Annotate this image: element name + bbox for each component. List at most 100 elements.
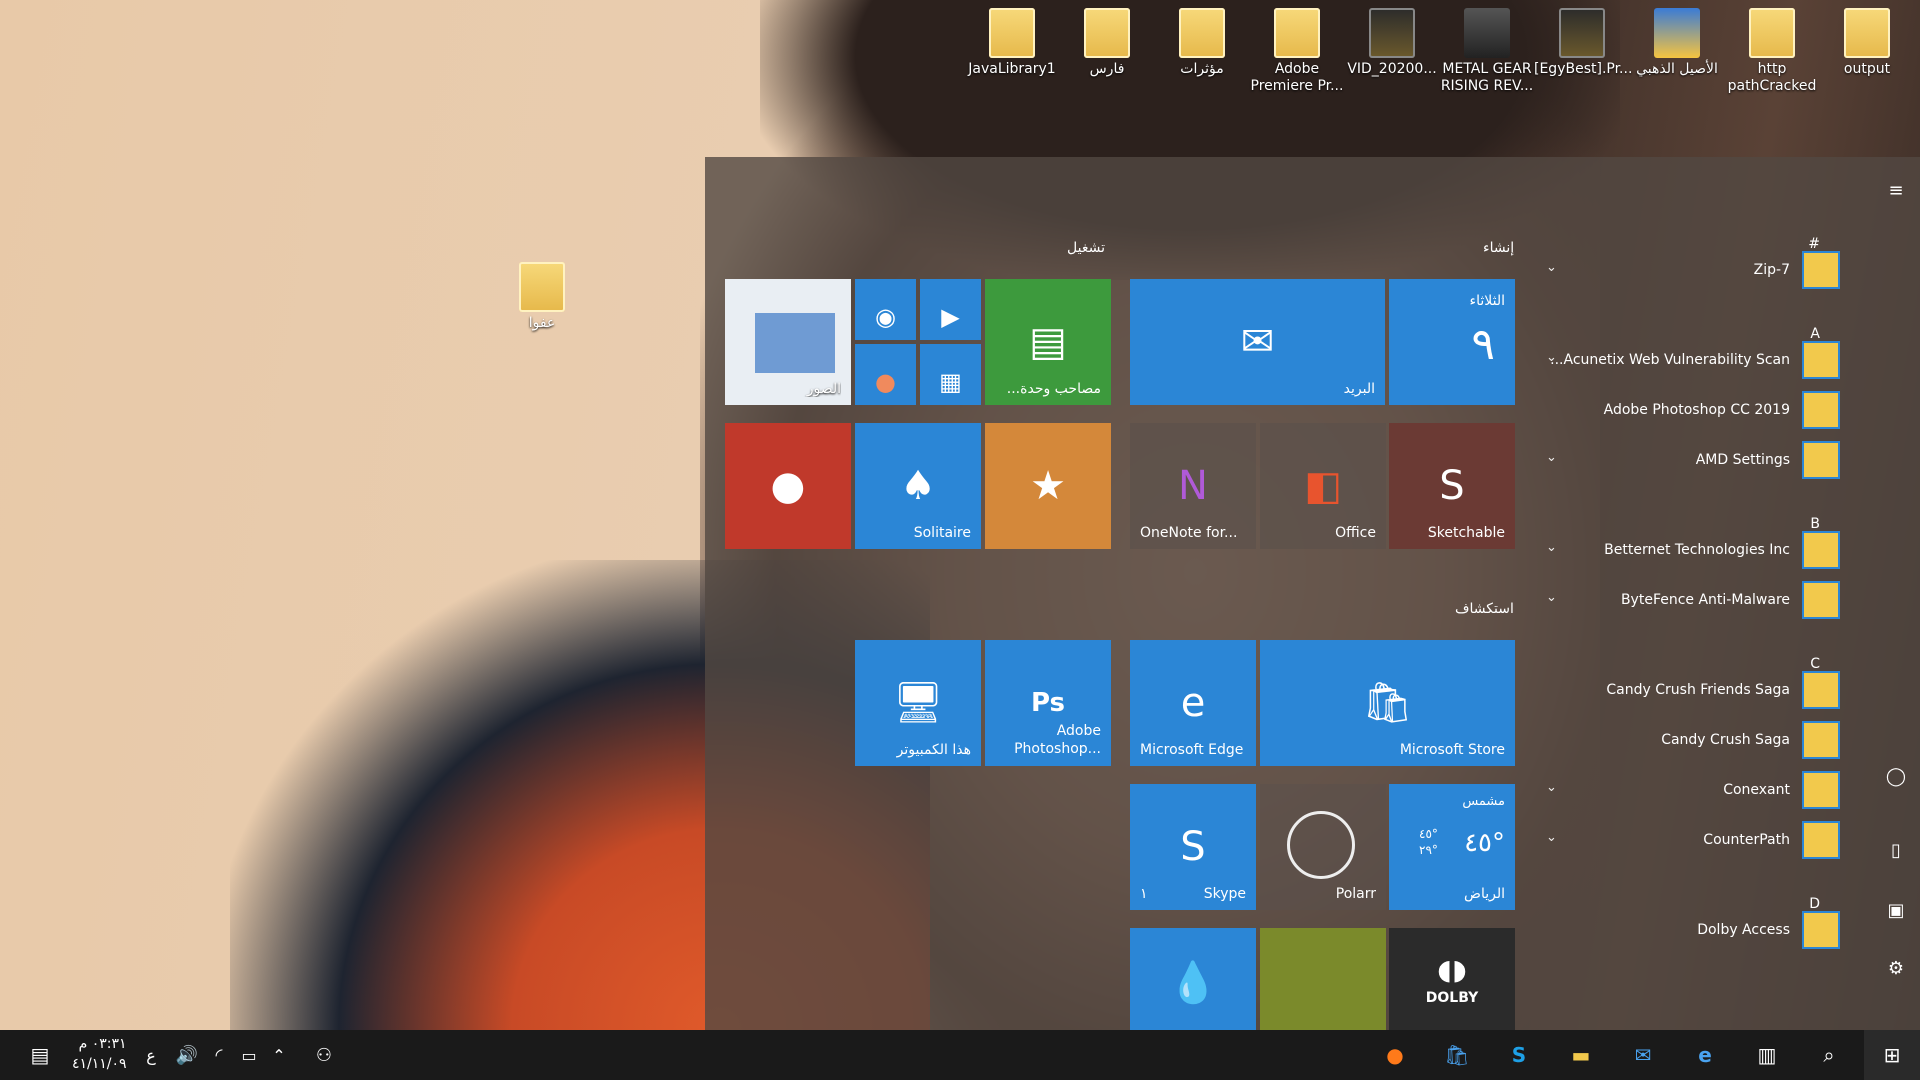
app-list-item[interactable]: ⌄ AMD Settings (1540, 440, 1840, 480)
app-list-item[interactable]: Dolby Access (1540, 910, 1840, 950)
sketchable-icon: S (1439, 462, 1465, 509)
store-icon: 🛍 (1362, 679, 1413, 726)
desktop-icon[interactable]: [EgyBest].Pr... (1534, 8, 1632, 78)
tile-onenote[interactable]: N OneNote for... (1130, 423, 1256, 549)
tile-sketchable[interactable]: S Sketchable (1389, 423, 1515, 549)
desktop-icon[interactable]: http pathCracked (1724, 8, 1820, 95)
folder-icon (1274, 8, 1320, 58)
edge-taskbar-icon[interactable]: e (1680, 1030, 1730, 1080)
tile-store[interactable]: 🛍 Microsoft Store (1260, 640, 1515, 766)
tile-edge[interactable]: e Microsoft Edge (1130, 640, 1256, 766)
group-title-explore: استكشاف (1455, 601, 1514, 617)
chevron-up-icon[interactable]: ⌃ (264, 1030, 294, 1080)
desktop-icon-label: عفوا (528, 315, 556, 331)
start-button[interactable]: ⊞ (1864, 1030, 1920, 1080)
action-center-icon[interactable]: ▤ (18, 1030, 62, 1080)
chevron-down-icon[interactable]: ⌄ (1546, 450, 1557, 465)
file-explorer-icon[interactable]: ▬ (1556, 1030, 1606, 1080)
tile-weather[interactable]: مشمس ٤٥° ٢٩° ٤٥° الرياض (1389, 784, 1515, 910)
folder-icon (519, 262, 565, 312)
chevron-down-icon[interactable]: ⌄ (1546, 350, 1557, 365)
mail-taskbar-icon[interactable]: ✉ (1618, 1030, 1668, 1080)
user-icon[interactable]: ◯ (1884, 765, 1908, 789)
app-list-item[interactable]: ⌄ CounterPath (1540, 820, 1840, 860)
desktop-icon-afwan[interactable]: عفوا (494, 262, 590, 332)
desktop-icon[interactable]: فارس (1059, 8, 1155, 78)
tile-office[interactable]: ◧ Office (1260, 423, 1386, 549)
tile-maps[interactable]: ● (855, 344, 916, 405)
desktop-icon[interactable]: مؤثرات (1154, 8, 1250, 78)
tile-this-pc[interactable]: 🖥 هذا الكمبيوتر (855, 640, 981, 766)
start-side-rail: ≡ ◯ ▯ ▣ ⚙ (1872, 157, 1920, 1030)
desktop-icon[interactable]: JavaLibrary1 (964, 8, 1060, 78)
app-list-item[interactable]: Candy Crush Friends Saga (1540, 670, 1840, 710)
tile-skype[interactable]: S ١ Skype (1130, 784, 1256, 910)
tile-label: مصاحب وحدة... (1006, 381, 1101, 397)
app-list-item[interactable]: Adobe Photoshop CC 2019 (1540, 390, 1840, 430)
store-taskbar-icon[interactable]: 🛍 (1432, 1030, 1482, 1080)
app-list-item[interactable]: ⌄ Conexant (1540, 770, 1840, 810)
desktop-icon[interactable]: الأصيل الذهبي (1629, 8, 1725, 78)
app-name: Candy Crush Friends Saga (1606, 682, 1790, 698)
tile-calculator[interactable]: ▦ (920, 344, 981, 405)
app-icon (1802, 821, 1840, 859)
folder-icon (1844, 8, 1890, 58)
app-name: 7-Zip (1753, 262, 1790, 278)
folder-icon (989, 8, 1035, 58)
chevron-down-icon[interactable]: ⌄ (1546, 830, 1557, 845)
tile-photoshop[interactable]: Ps Adobe Photoshop... (985, 640, 1111, 766)
gear-icon[interactable]: ⚙ (1884, 957, 1908, 981)
language-indicator[interactable]: ع (136, 1030, 166, 1080)
tile-calendar[interactable]: الثلاثاء ٩ (1389, 279, 1515, 405)
app-list-item[interactable]: ⌄ Betternet Technologies Inc (1540, 530, 1840, 570)
tile-movies[interactable]: ▶ (920, 279, 981, 340)
desktop-icon[interactable]: Adobe Premiere Pr... (1249, 8, 1345, 95)
app-icon (1802, 771, 1840, 809)
tile-candy-friends[interactable]: ★ (985, 423, 1111, 549)
app-name: ByteFence Anti-Malware (1620, 592, 1790, 608)
app-list-item[interactable]: Candy Crush Saga (1540, 720, 1840, 760)
tile-dolby[interactable]: ◖◗ DOLBY (1389, 928, 1515, 1030)
chevron-down-icon[interactable]: ⌄ (1546, 540, 1557, 555)
tile-groove[interactable]: ◉ (855, 279, 916, 340)
mail-icon: ✉ (1240, 318, 1275, 365)
desktop-icon-label: Adobe Premiere Pr... (1250, 61, 1344, 94)
chevron-down-icon[interactable]: ⌄ (1546, 590, 1557, 605)
skype-taskbar-icon[interactable]: S (1494, 1030, 1544, 1080)
task-view-icon[interactable]: ▥ (1742, 1030, 1792, 1080)
tile-mail[interactable]: ✉ البريد (1130, 279, 1385, 405)
firefox-icon[interactable]: ● (1370, 1030, 1420, 1080)
desktop-icon[interactable]: VID_20200... (1344, 8, 1440, 78)
app-name: Acunetix Web Vulnerability Scan... (1550, 352, 1790, 368)
app-list-item[interactable]: ⌄ Acunetix Web Vulnerability Scan... (1540, 340, 1840, 380)
volume-icon[interactable]: 🔊 (172, 1030, 202, 1080)
wifi-icon[interactable]: ◜ (204, 1030, 234, 1080)
document-icon[interactable]: ▯ (1884, 839, 1908, 863)
app-icon (1802, 251, 1840, 289)
hamburger-icon[interactable]: ≡ (1884, 179, 1908, 203)
app-list-item[interactable]: ⌄ 7-Zip (1540, 250, 1840, 290)
tile-game[interactable] (1260, 928, 1386, 1030)
tile-candy-crush[interactable]: ● (725, 423, 851, 549)
chevron-down-icon[interactable]: ⌄ (1546, 780, 1557, 795)
tile-solitaire[interactable]: ♠ Solitaire (855, 423, 981, 549)
app-list-item[interactable]: ⌄ ByteFence Anti-Malware (1540, 580, 1840, 620)
play-icon: ▶ (941, 303, 960, 332)
tile-card-reader[interactable]: ▤ مصاحب وحدة... (985, 279, 1111, 405)
disc-icon: ◉ (875, 303, 896, 332)
desktop-icon[interactable]: METAL GEAR RISING REV... (1439, 8, 1535, 95)
app-icon (1802, 671, 1840, 709)
tile-photos[interactable]: الصور (725, 279, 851, 405)
clock[interactable]: ٠٣:٣١ م ٤١/١١/٠٩ (72, 1034, 127, 1074)
dolby-icon: ◖◗ (1437, 953, 1467, 987)
tile-paint[interactable]: 💧 (1130, 928, 1256, 1030)
desktop-icon[interactable]: output (1819, 8, 1915, 78)
office-icon: ◧ (1304, 462, 1342, 509)
tile-polarr[interactable]: Polarr (1260, 784, 1386, 910)
pictures-icon[interactable]: ▣ (1884, 899, 1908, 923)
tile-label: Microsoft Edge (1140, 742, 1244, 758)
battery-icon[interactable]: ▭ (234, 1030, 264, 1080)
chevron-down-icon[interactable]: ⌄ (1546, 260, 1557, 275)
search-icon[interactable]: ⌕ (1804, 1030, 1854, 1080)
people-icon[interactable]: ⚇ (306, 1030, 342, 1080)
